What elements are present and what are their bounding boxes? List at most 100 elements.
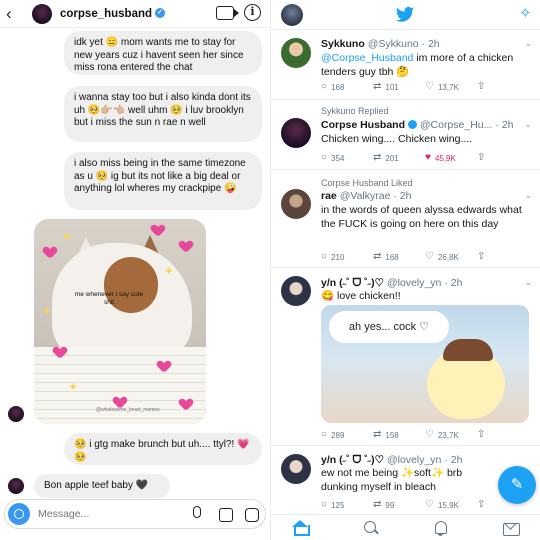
notifications-icon[interactable] (433, 520, 449, 536)
message-bubble[interactable]: i wanna stay too but i also kinda dont i… (64, 86, 262, 142)
avatar[interactable] (281, 276, 311, 306)
search-icon[interactable] (363, 520, 379, 536)
chevron-down-icon[interactable]: ⌄ (524, 277, 532, 288)
avatar[interactable] (8, 478, 24, 494)
twitter-header: ✧ (271, 0, 540, 30)
share-icon: ⇧ (477, 429, 486, 440)
tweet-actions: ○ 168 ⇄ 101 ♡ 13,7K ⇧ (321, 82, 531, 94)
share-button[interactable]: ⇧ (477, 252, 485, 262)
reply-button[interactable]: ○ 210 (321, 252, 344, 262)
dm-header: ‹ corpse_husband ✓ i (0, 0, 270, 28)
reply-icon: ○ (321, 251, 328, 262)
heart-icon (114, 397, 126, 408)
tweet-actions: ○ 210 ⇄ 168 ♡ 26,8K ⇧ (321, 252, 531, 264)
like-button[interactable]: ♡ 15,9K (425, 500, 459, 510)
share-button[interactable]: ⇧ (477, 500, 485, 510)
beret (443, 339, 493, 361)
profile-avatar[interactable] (281, 4, 303, 26)
tweet[interactable]: Sykkuno @Sykkuno · 2h ⌄ @Corpse_Husband … (271, 30, 540, 100)
tweet-text: Chicken wing.... Chicken wing.... (321, 133, 473, 145)
tweet-header: y/n (˶˚ ᗜ ˚˶)♡ @lovely_yn · 2h (321, 277, 463, 289)
message-bubble[interactable]: 🥺 i gtg make brunch but uh.... ttyl?! 💗🥺 (64, 433, 262, 465)
sparkle-icon: ✦ (164, 264, 175, 278)
heart-icon (158, 361, 170, 372)
sparkle-icon: ✦ (62, 230, 73, 244)
retweet-button[interactable]: ⇄ 168 (373, 252, 399, 262)
retweet-icon: ⇄ (373, 152, 382, 163)
retweet-button[interactable]: ⇄ 158 (373, 430, 399, 440)
photo-credit: @wholesome_heart_memes (96, 407, 160, 413)
video-call-icon[interactable] (216, 6, 239, 20)
reply-icon: ○ (321, 429, 328, 440)
dm-username[interactable]: corpse_husband ✓ (60, 8, 166, 20)
retweet-button[interactable]: ⇄ 201 (373, 153, 399, 163)
reply-button[interactable]: ○ 168 (321, 82, 344, 92)
share-button[interactable]: ⇧ (477, 82, 485, 92)
avatar[interactable] (281, 118, 311, 148)
tweet-header: rae @Valkyrae · 2h (321, 190, 412, 202)
reply-icon: ○ (321, 81, 328, 92)
share-button[interactable]: ⇧ (477, 153, 485, 163)
share-icon: ⇧ (477, 251, 486, 262)
heart-icon (44, 247, 56, 258)
mention-link[interactable]: @Corpse_Husband (321, 52, 413, 64)
message-input[interactable] (38, 508, 178, 520)
tweet-image[interactable]: ah yes... cock ♡ (321, 305, 529, 423)
camera-icon[interactable] (8, 503, 30, 525)
tweet-text: @Corpse_Husband im more of a chicken ten… (321, 52, 514, 78)
avatar[interactable] (32, 3, 52, 24)
tweet-header: Sykkuno @Sykkuno · 2h (321, 38, 440, 50)
message-bubble[interactable]: Bon apple teef baby 🖤 (34, 474, 170, 498)
avatar[interactable] (281, 189, 311, 219)
avatar[interactable] (281, 38, 311, 68)
gallery-icon[interactable] (219, 508, 233, 522)
heart-icon (180, 399, 192, 410)
reply-button[interactable]: ○ 289 (321, 430, 344, 440)
message-bubble[interactable]: idk yet 😑 mom wants me to stay for new y… (64, 31, 262, 75)
tweet-context: Corpse Husband Liked (321, 178, 413, 188)
photo-caption: me whenever i say cute shit (74, 291, 144, 306)
home-icon[interactable] (292, 520, 310, 536)
chevron-down-icon[interactable]: ⌄ (524, 38, 532, 49)
verified-badge-icon: ✓ (155, 8, 166, 19)
back-icon[interactable]: ‹ (6, 5, 20, 22)
reply-icon: ○ (321, 152, 328, 163)
heart-icon: ♡ (425, 499, 434, 510)
avatar[interactable] (8, 406, 24, 422)
retweet-icon: ⇄ (373, 429, 382, 440)
heart-icon (54, 347, 66, 358)
microphone-icon[interactable] (193, 506, 201, 518)
tweet[interactable]: Corpse Husband Liked rae @Valkyrae · 2h … (271, 170, 540, 268)
like-button[interactable]: ♡ 23,7K (425, 430, 459, 440)
share-icon: ⇧ (477, 152, 486, 163)
heart-icon: ♡ (425, 429, 434, 440)
compose-tweet-button[interactable]: ✎ (498, 466, 536, 504)
message-bubble[interactable]: i also miss being in the same timezone a… (64, 152, 262, 210)
retweet-icon: ⇄ (373, 251, 382, 262)
like-button[interactable]: ♡ 13,7K (425, 82, 459, 92)
reply-button[interactable]: ○ 354 (321, 153, 344, 163)
heart-icon (152, 225, 164, 236)
tweet-context: Sykkuno Replied (321, 106, 389, 116)
chevron-down-icon[interactable]: ⌄ (524, 119, 532, 130)
avatar[interactable] (281, 454, 311, 484)
timeline-settings-icon[interactable]: ✧ (519, 6, 532, 21)
tweet-actions: ○ 289 ⇄ 158 ♡ 23,7K ⇧ (321, 430, 531, 442)
retweet-button[interactable]: ⇄ 99 (373, 500, 394, 510)
share-icon: ⇧ (477, 81, 486, 92)
info-icon[interactable]: i (244, 4, 261, 21)
sticker-icon[interactable] (245, 508, 259, 522)
reply-button[interactable]: ○ 125 (321, 500, 344, 510)
tweet[interactable]: Sykkuno Replied Corpse Husband @Corpse_H… (271, 100, 540, 170)
retweet-button[interactable]: ⇄ 101 (373, 82, 399, 92)
share-button[interactable]: ⇧ (477, 430, 485, 440)
messages-icon[interactable] (503, 520, 520, 536)
shared-photo[interactable]: me whenever i say cute shit @wholesome_h… (34, 219, 206, 424)
chevron-down-icon[interactable]: ⌄ (524, 190, 532, 201)
tweet-header: y/n (˶˚ ᗜ ˚˶)♡ @lovely_yn · 2h (321, 454, 463, 466)
dm-panel: ‹ corpse_husband ✓ i idk yet 😑 mom wants … (0, 0, 270, 540)
like-button[interactable]: ♥ 45,9K (425, 153, 456, 163)
message-composer (4, 499, 266, 529)
share-icon: ⇧ (477, 499, 486, 510)
like-button[interactable]: ♡ 26,8K (425, 252, 459, 262)
